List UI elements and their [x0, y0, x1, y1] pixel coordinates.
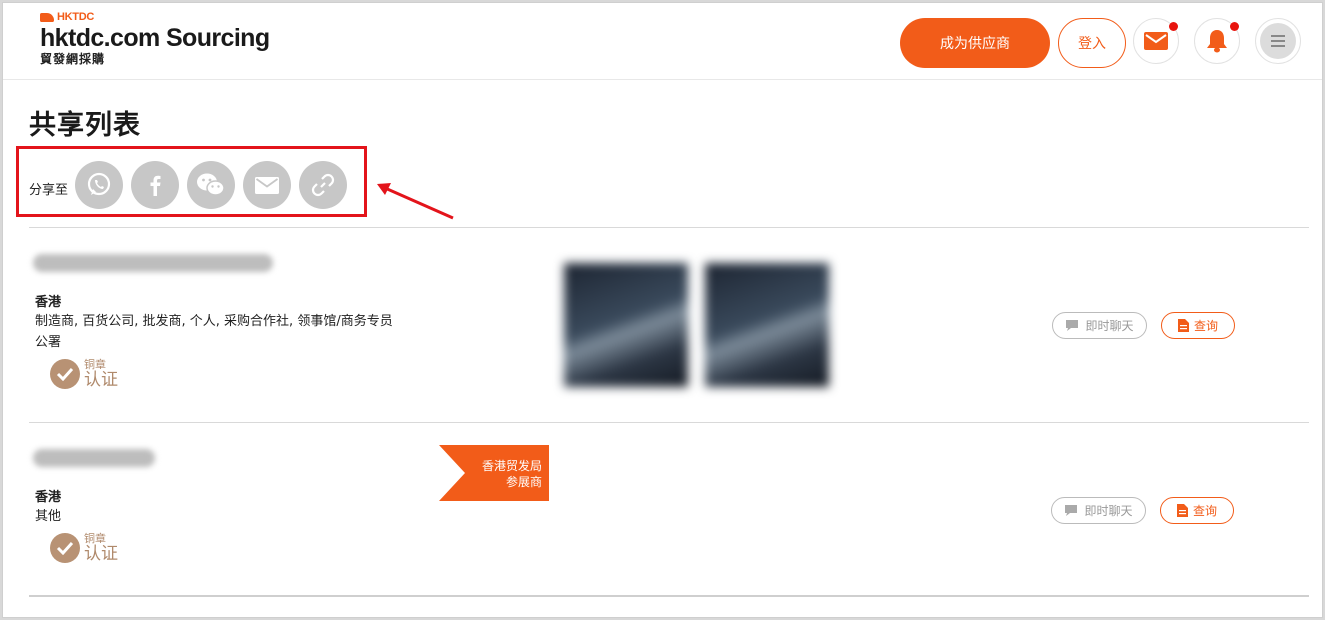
hktdc-exhibitor-ribbon: 香港贸发局 参展商	[439, 445, 549, 501]
checkmark-badge-icon	[50, 533, 80, 563]
email-icon	[255, 176, 279, 194]
bronze-certified-badge: 铜章 认证	[50, 533, 118, 563]
login-button[interactable]: 登入	[1058, 18, 1126, 68]
divider	[29, 422, 1309, 423]
hktdc-logo-mark: HKTDC	[40, 11, 270, 23]
whatsapp-icon	[87, 172, 111, 196]
envelope-icon	[1144, 32, 1168, 50]
inquiry-label: 查询	[1193, 319, 1218, 333]
share-email-button[interactable]	[243, 161, 291, 209]
page-title: 共享列表	[29, 110, 141, 141]
wechat-icon	[197, 173, 225, 196]
link-icon	[311, 173, 335, 197]
inquiry-button[interactable]: 查询	[1160, 497, 1234, 524]
company-region: 香港	[35, 295, 62, 310]
bronze-certified-badge: 铜章 认证	[50, 359, 118, 389]
chat-bubble-icon	[1066, 320, 1079, 331]
badge-label: 认证	[84, 544, 118, 564]
company-region: 香港	[35, 490, 62, 505]
share-facebook-button[interactable]	[131, 161, 179, 209]
document-icon	[1177, 319, 1189, 332]
chat-label: 即时聊天	[1085, 319, 1134, 333]
site-header: HKTDC hktdc.com Sourcing 貿發網採購 成为供应商 登入	[3, 3, 1322, 80]
bell-icon	[1207, 30, 1227, 53]
logo-swoosh-icon	[40, 12, 54, 22]
badge-label: 认证	[84, 370, 118, 390]
inquiry-label: 查询	[1192, 504, 1217, 518]
company-name-redacted[interactable]	[33, 254, 273, 272]
logo-mark-text: HKTDC	[57, 11, 94, 23]
logo-name: hktdc.com Sourcing	[40, 24, 270, 52]
share-label: 分享至	[29, 183, 69, 198]
share-whatsapp-button[interactable]	[75, 161, 123, 209]
annotation-arrow-icon	[377, 183, 454, 220]
exhibitor-line-1: 香港贸发局	[481, 459, 542, 473]
divider	[29, 227, 1309, 228]
page-frame: HKTDC hktdc.com Sourcing 貿發網採購 成为供应商 登入	[2, 2, 1323, 618]
site-logo[interactable]: HKTDC hktdc.com Sourcing 貿發網採購	[40, 11, 270, 66]
business-types: 其他	[35, 509, 62, 524]
instant-chat-button[interactable]: 即时聊天	[1051, 497, 1146, 524]
document-icon	[1176, 504, 1188, 517]
business-types: 制造商, 百货公司, 批发商, 个人, 采购合作社, 领事馆/商务专员公署	[35, 314, 393, 350]
notification-dot	[1169, 22, 1178, 31]
chat-label: 即时聊天	[1084, 504, 1133, 518]
checkmark-badge-icon	[50, 359, 80, 389]
hamburger-icon	[1260, 23, 1296, 59]
exhibitor-line-2: 参展商	[505, 475, 542, 489]
share-link-button[interactable]	[299, 161, 347, 209]
inquiry-button[interactable]: 查询	[1161, 312, 1235, 339]
divider	[29, 595, 1309, 597]
logo-subtitle: 貿發網採購	[40, 52, 106, 66]
messages-button[interactable]	[1133, 18, 1179, 64]
become-supplier-button[interactable]: 成为供应商	[900, 18, 1050, 68]
product-thumbnail[interactable]	[564, 263, 688, 387]
company-name-redacted[interactable]	[33, 449, 155, 467]
menu-button[interactable]	[1255, 18, 1301, 64]
notification-dot	[1230, 22, 1239, 31]
notifications-button[interactable]	[1194, 18, 1240, 64]
share-wechat-button[interactable]	[187, 161, 235, 209]
instant-chat-button[interactable]: 即时聊天	[1052, 312, 1147, 339]
product-thumbnail[interactable]	[705, 263, 829, 387]
facebook-icon	[150, 175, 161, 196]
chat-bubble-icon	[1065, 505, 1078, 516]
